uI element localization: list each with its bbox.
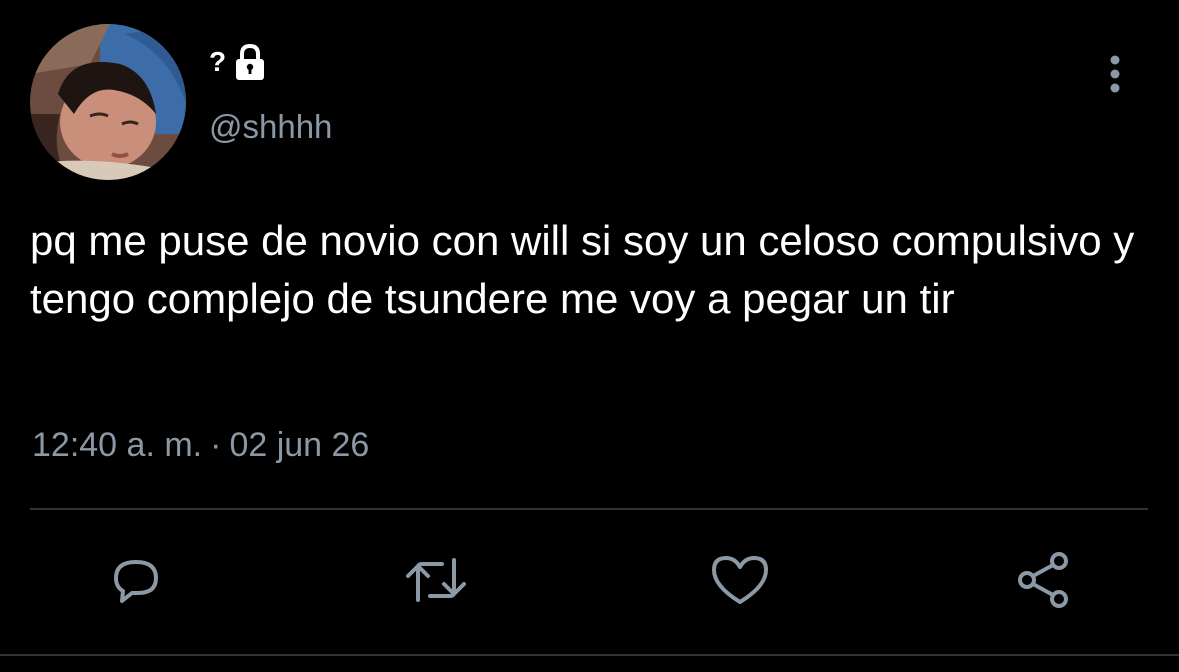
avatar[interactable] xyxy=(30,24,186,180)
reply-button[interactable] xyxy=(104,548,168,612)
divider xyxy=(30,508,1148,510)
avatar-image xyxy=(30,24,186,180)
tweet-date: 02 jun 26 xyxy=(229,426,370,464)
tweet-time: 12:40 a. m. xyxy=(32,426,203,464)
display-name-row[interactable]: ? xyxy=(209,40,266,84)
share-button[interactable] xyxy=(1012,548,1076,612)
retweet-icon xyxy=(406,558,466,602)
timestamp-separator: · xyxy=(210,426,222,464)
more-vertical-icon xyxy=(1110,55,1120,93)
display-name[interactable]: ? xyxy=(209,48,226,76)
tweet-timestamp[interactable]: 12:40 a. m. · 02 jun 26 xyxy=(32,428,369,462)
reply-icon xyxy=(114,560,158,603)
heart-icon xyxy=(712,556,768,604)
tweet-actions xyxy=(0,548,1179,612)
retweet-button[interactable] xyxy=(404,548,468,612)
like-button[interactable] xyxy=(708,548,772,612)
lock-icon xyxy=(234,42,266,82)
bottom-divider xyxy=(0,654,1179,656)
tweet-text: pq me puse de novio con will si soy un c… xyxy=(30,217,1135,322)
tweet-detail: ? @shhhh pq me puse de novio con will si… xyxy=(0,0,1179,672)
user-handle[interactable]: @shhhh xyxy=(209,110,332,143)
more-options-button[interactable] xyxy=(1094,52,1136,100)
share-icon xyxy=(1018,552,1068,608)
